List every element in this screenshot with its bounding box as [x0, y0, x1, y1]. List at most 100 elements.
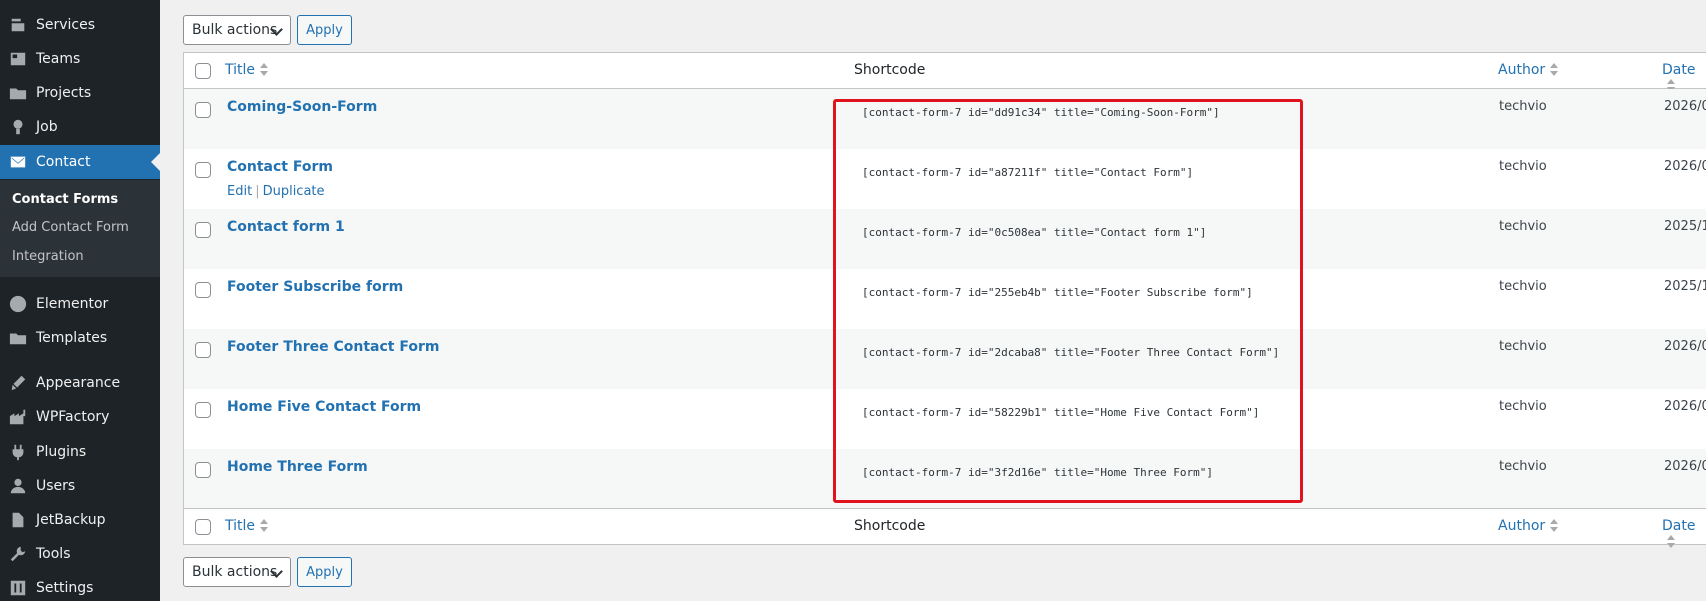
form-title-link[interactable]: Contact Form — [227, 159, 333, 175]
column-title-footer[interactable]: Title — [225, 518, 269, 534]
row-checkbox[interactable] — [195, 462, 211, 478]
menu-item-tools[interactable]: Tools — [0, 537, 160, 571]
column-author-header[interactable]: Author — [1498, 62, 1559, 78]
form-title-link[interactable]: Footer Subscribe form — [227, 279, 403, 295]
author-text: techvio — [1499, 219, 1547, 234]
table-footer: Title Shortcode Author Date — [184, 508, 1706, 548]
column-author-footer[interactable]: Author — [1498, 518, 1559, 534]
submenu-contact-forms[interactable]: Contact Forms — [12, 192, 118, 207]
column-title-header[interactable]: Title — [225, 62, 269, 78]
row-checkbox[interactable] — [195, 102, 211, 118]
table-header: Title Shortcode Author Date — [184, 53, 1706, 92]
form-title-link[interactable]: Coming-Soon-Form — [227, 99, 377, 115]
submenu-integration[interactable]: Integration — [12, 249, 84, 264]
date-text: 2025/1 — [1664, 279, 1706, 294]
menu-item-label: Services — [36, 17, 96, 33]
plugins-icon — [0, 443, 36, 461]
menu-item-settings[interactable]: Settings — [0, 571, 160, 601]
elementor-icon — [0, 295, 36, 313]
menu-item-label: Elementor — [36, 296, 109, 312]
form-title-link[interactable]: Footer Three Contact Form — [227, 339, 439, 355]
contact-forms-table: Title Shortcode Author Date Coming-Soon-… — [183, 52, 1706, 548]
date-text: 2025/1 — [1664, 219, 1706, 234]
menu-item-label: Job — [36, 119, 58, 135]
appearance-icon — [0, 374, 36, 392]
apply-button-top[interactable]: Apply — [297, 15, 352, 45]
sort-icon — [1550, 63, 1559, 77]
menu-item-services[interactable]: Services — [0, 8, 160, 42]
menu-item-label: Tools — [36, 546, 71, 562]
admin-sidebar: Services Teams Projects Job Contact Cont… — [0, 0, 160, 601]
form-title-link[interactable]: Home Five Contact Form — [227, 399, 421, 415]
duplicate-link[interactable]: Duplicate — [263, 184, 325, 199]
table-row: Coming-Soon-Form [contact-form-7 id="dd9… — [184, 89, 1706, 149]
menu-item-job[interactable]: Job — [0, 110, 160, 144]
submenu-add-contact-form[interactable]: Add Contact Form — [12, 220, 129, 235]
bulk-actions-label: Bulk actions — [192, 22, 278, 38]
menu-item-contact[interactable]: Contact — [0, 145, 160, 179]
menu-item-label: Projects — [36, 85, 92, 101]
teams-icon — [0, 50, 36, 68]
column-date-footer[interactable]: Date — [1662, 518, 1706, 550]
menu-item-label: WPFactory — [36, 409, 110, 425]
sort-icon — [1550, 519, 1559, 533]
menu-item-label: Settings — [36, 580, 94, 596]
sort-icon — [260, 519, 269, 533]
author-text: techvio — [1499, 159, 1547, 174]
menu-item-wpfactory[interactable]: WPFactory — [0, 400, 160, 434]
menu-item-jetbackup[interactable]: JetBackup — [0, 503, 160, 537]
wpfactory-icon — [0, 408, 36, 426]
author-text: techvio — [1499, 279, 1547, 294]
row-checkbox[interactable] — [195, 282, 211, 298]
select-all-checkbox-footer[interactable] — [195, 519, 211, 535]
table-row: Contact Form Edit | Duplicate [contact-for… — [184, 149, 1706, 209]
table-row: Home Five Contact Form [contact-form-7 i… — [184, 389, 1706, 449]
sort-icon — [1667, 535, 1675, 549]
row-checkbox[interactable] — [195, 162, 211, 178]
row-checkbox[interactable] — [195, 402, 211, 418]
row-checkbox[interactable] — [195, 342, 211, 358]
apply-button-bottom[interactable]: Apply — [297, 557, 352, 587]
author-text: techvio — [1499, 459, 1547, 474]
table-row: Home Three Form [contact-form-7 id="3f2d… — [184, 449, 1706, 509]
author-text: techvio — [1499, 399, 1547, 414]
users-icon — [0, 477, 36, 495]
date-text: 2026/0 — [1664, 399, 1706, 414]
menu-item-users[interactable]: Users — [0, 469, 160, 503]
mail-icon — [0, 153, 36, 171]
date-text: 2026/0 — [1664, 459, 1706, 474]
shortcode-text: [contact-form-7 id="2dcaba8" title="Foot… — [862, 346, 1280, 359]
form-title-link[interactable]: Contact form 1 — [227, 219, 345, 235]
shortcode-text: [contact-form-7 id="255eb4b" title="Foot… — [862, 286, 1253, 299]
row-actions: Edit | Duplicate — [227, 184, 325, 199]
services-icon — [0, 16, 36, 34]
menu-item-plugins[interactable]: Plugins — [0, 435, 160, 469]
menu-item-label: Teams — [36, 51, 81, 67]
author-text: techvio — [1499, 99, 1547, 114]
date-text: 2026/0 — [1664, 99, 1706, 114]
row-actions-separator: | — [255, 184, 260, 199]
bulk-actions-select-bottom[interactable]: Bulk actions — [183, 557, 291, 587]
column-shortcode-footer: Shortcode — [854, 518, 926, 534]
job-icon — [0, 118, 36, 136]
author-text: techvio — [1499, 339, 1547, 354]
contact-submenu: Contact Forms Add Contact Form Integrati… — [0, 180, 160, 277]
shortcode-text: [contact-form-7 id="0c508ea" title="Cont… — [862, 226, 1207, 239]
menu-item-teams[interactable]: Teams — [0, 42, 160, 76]
select-all-checkbox[interactable] — [195, 63, 211, 79]
date-text: 2026/0 — [1664, 159, 1706, 174]
sort-icon — [260, 63, 269, 77]
menu-item-templates[interactable]: Templates — [0, 321, 160, 355]
column-shortcode-header: Shortcode — [854, 62, 926, 78]
row-checkbox[interactable] — [195, 222, 211, 238]
form-title-link[interactable]: Home Three Form — [227, 459, 368, 475]
bulk-actions-select-top[interactable]: Bulk actions — [183, 15, 291, 45]
menu-item-projects[interactable]: Projects — [0, 76, 160, 110]
bulk-actions-label: Bulk actions — [192, 564, 278, 580]
menu-item-label: Users — [36, 478, 76, 494]
menu-item-appearance[interactable]: Appearance — [0, 366, 160, 400]
menu-item-elementor[interactable]: Elementor — [0, 287, 160, 321]
menu-item-label: Templates — [36, 330, 108, 346]
menu-item-label: Plugins — [36, 444, 87, 460]
edit-link[interactable]: Edit — [227, 184, 252, 199]
